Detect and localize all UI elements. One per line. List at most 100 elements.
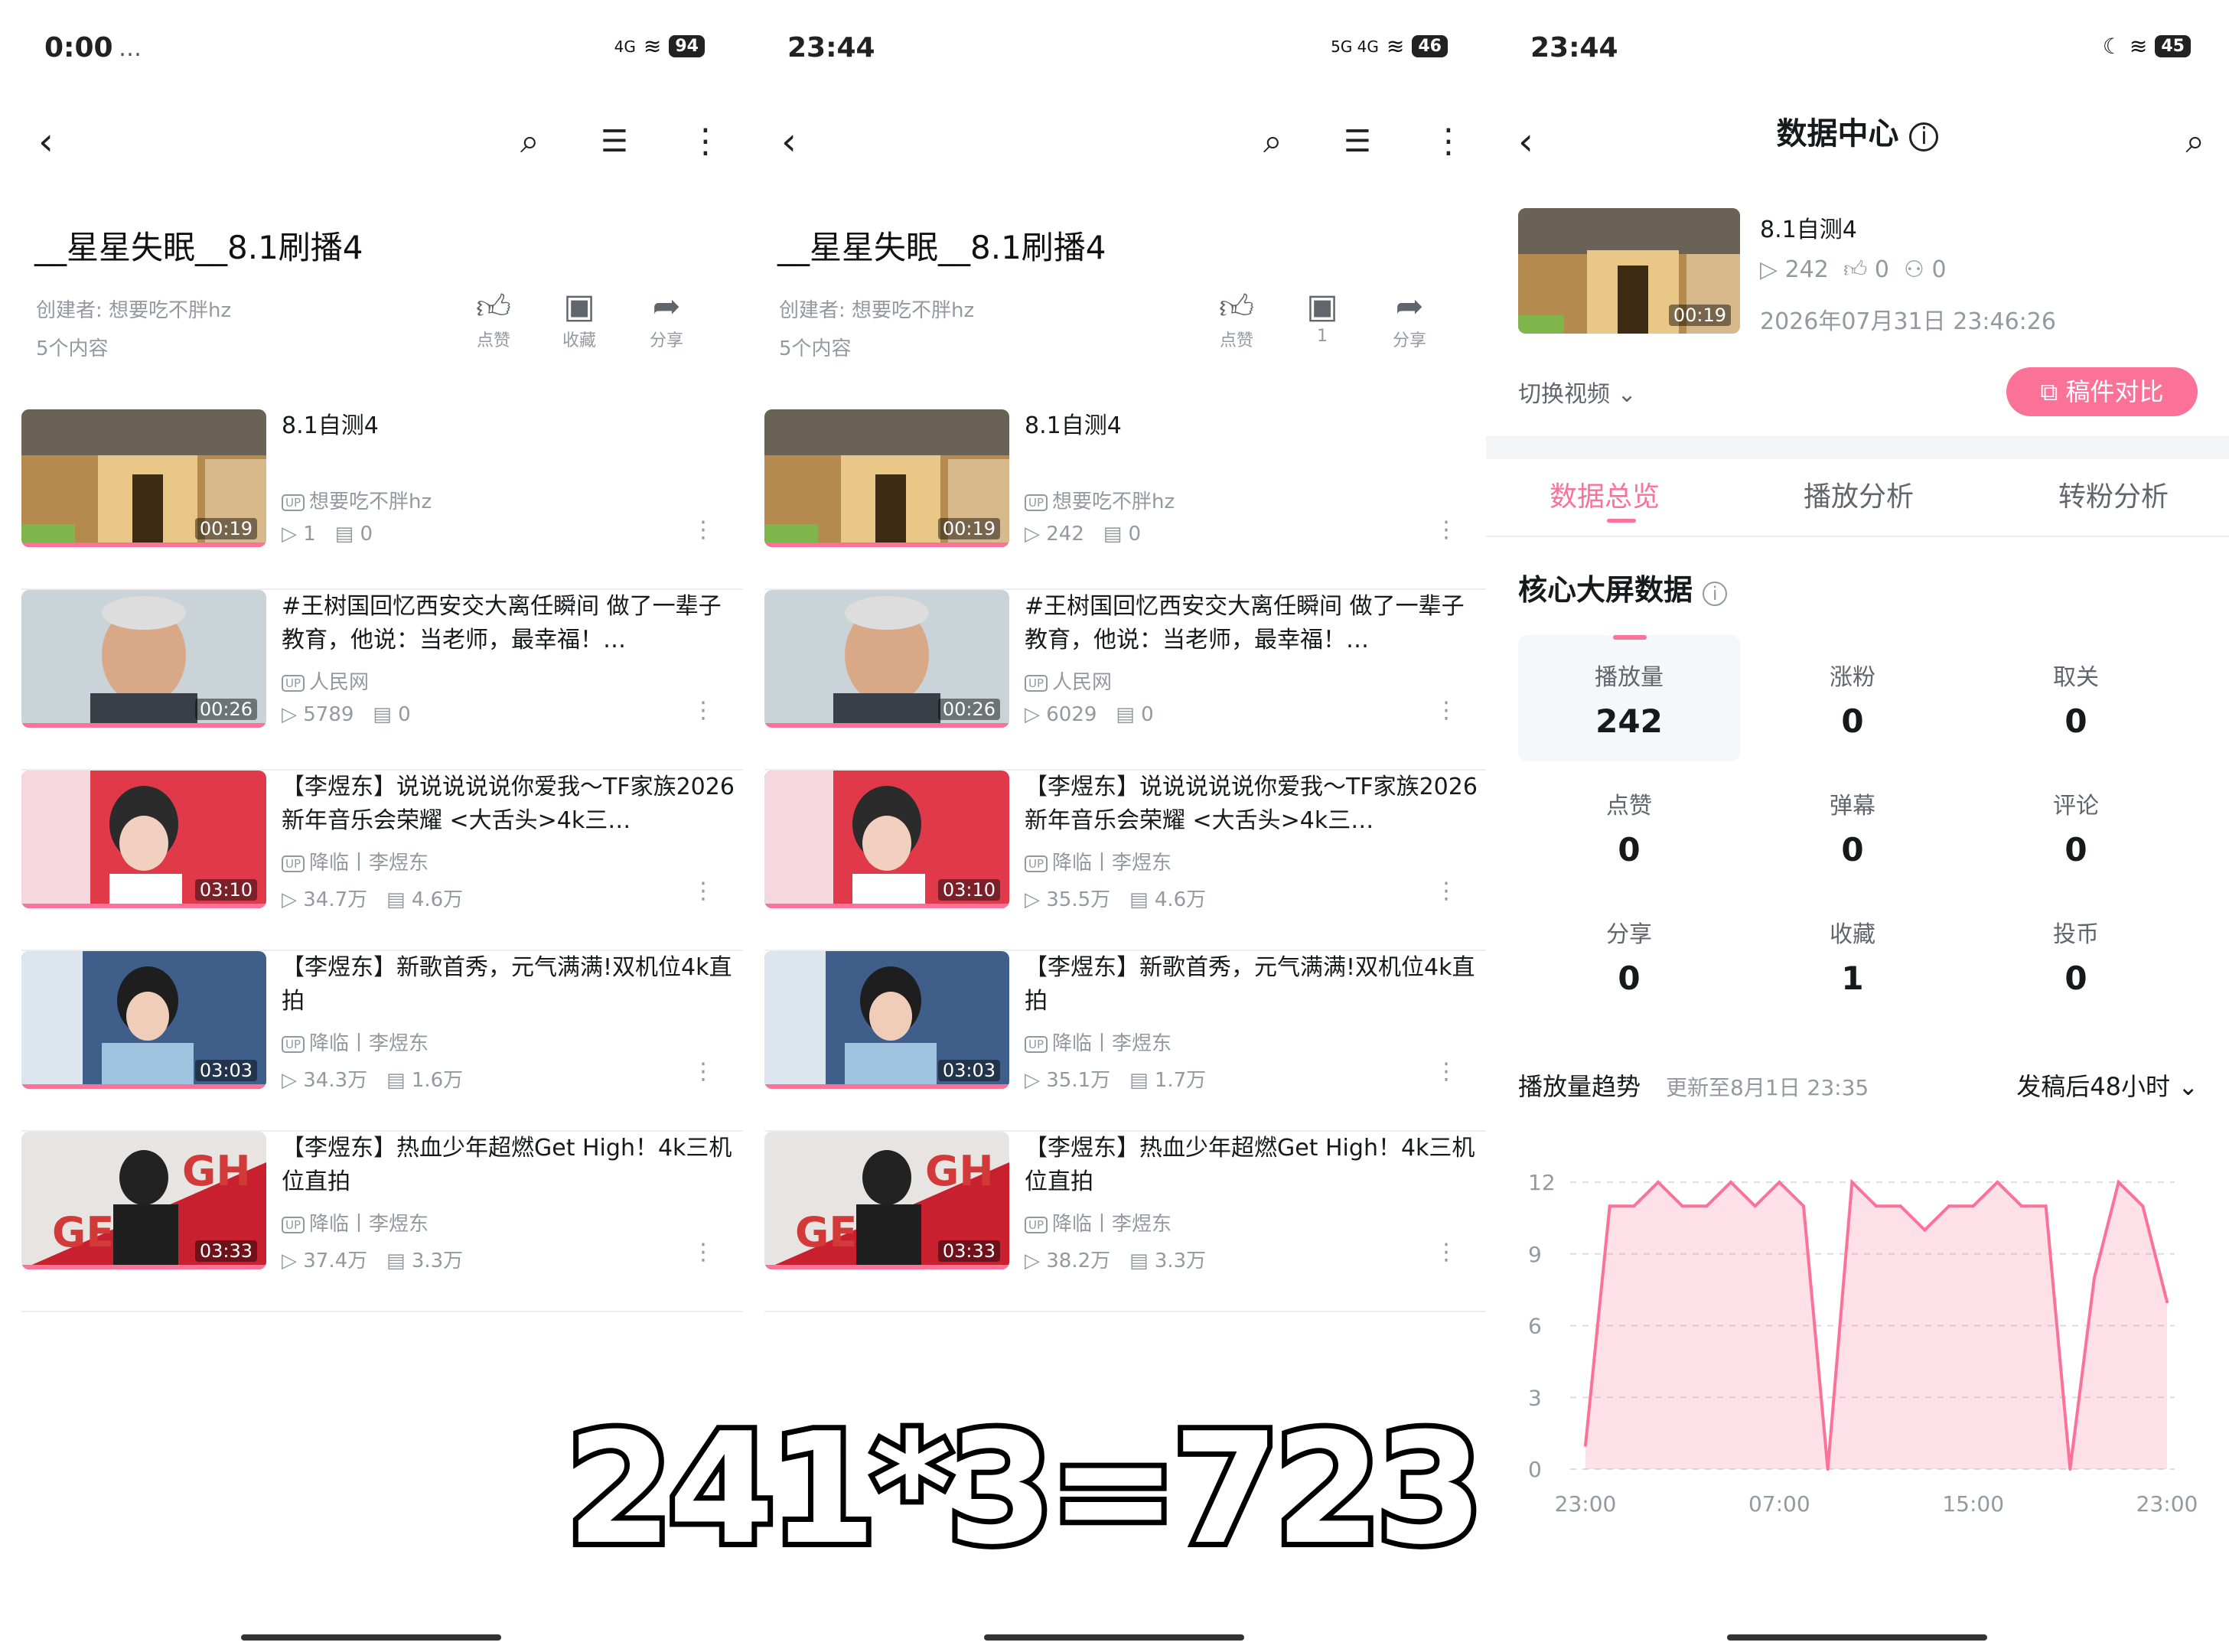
video-list-item[interactable]: 00:26 #王树国回忆西安交大离任瞬间 做了一辈子教育，他说：当老师，最幸福！…… [21, 590, 743, 771]
more-icon[interactable]: ⋮ [692, 878, 715, 904]
metric-8[interactable]: 投币 0 [1965, 915, 2187, 997]
video-title: 【李煜东】热血少年超燃Get High！4k三机位直拍 [1025, 1135, 1475, 1195]
play-icon: ▷ [1025, 1069, 1040, 1092]
home-indicator[interactable] [1727, 1634, 1987, 1641]
more-icon[interactable]: ⋮ [689, 107, 722, 176]
more-icon[interactable]: ⋮ [1435, 878, 1458, 904]
video-title: 【李煜东】说说说说说你爱我～TF家族2026新年音乐会荣耀 <大舌头>4k三… [1025, 774, 1478, 834]
tab-play-analysis[interactable]: 播放分析 [1804, 474, 1914, 514]
data-point [1680, 1204, 1684, 1208]
playlist-creator[interactable]: 创建者: 想要吃不胖hz [36, 295, 231, 323]
search-icon[interactable]: ⌕ [1263, 107, 1282, 176]
danmaku-icon: ▤ [1116, 703, 1135, 726]
signal-icon: 4G [614, 37, 636, 56]
video-list-item[interactable]: 00:26 #王树国回忆西安交大离任瞬间 做了一辈子教育，他说：当老师，最幸福！…… [764, 590, 1486, 771]
metric-4[interactable]: 弹幕 0 [1742, 787, 1963, 868]
tab-overview[interactable]: 数据总览 [1550, 474, 1660, 514]
share-button[interactable]: ➦ 分享 [1375, 287, 1444, 351]
video-list-item[interactable]: 03:03 【李煜东】新歌首秀，元气满满!双机位4k直拍 UP 降临丨李煜东 ▷ 35.… [764, 951, 1486, 1132]
video-thumbnail[interactable]: 03:03 [764, 951, 1009, 1089]
video-list-item[interactable]: 00:19 8.1自测4 UP 想要吃不胖hz ▷ 242 ▤ 0 ⋮ [764, 409, 1486, 590]
home-indicator[interactable] [984, 1634, 1244, 1641]
video-thumbnail[interactable]: 03:03 [21, 951, 266, 1089]
more-icon[interactable]: ⋮ [1432, 107, 1465, 176]
more-icon[interactable]: ⋮ [692, 1058, 715, 1085]
wifi-icon: ≋ [1386, 34, 1405, 59]
status-icons: 4G ≋ 94 [614, 34, 705, 59]
metric-1[interactable]: 涨粉 0 [1742, 658, 1963, 740]
video-list-item[interactable]: 00:19 8.1自测4 UP 想要吃不胖hz ▷ 1 ▤ 0 ⋮ [21, 409, 743, 590]
video-list-item[interactable]: GET GH 03:33 【李煜东】热血少年超燃Get High！4k三机位直拍 UP 降… [764, 1132, 1486, 1312]
y-tick-label: 9 [1528, 1242, 1542, 1267]
video-stats: ▷ 35.1万 ▤ 1.7万 [1025, 1069, 1207, 1092]
metric-label: 涨粉 [1830, 664, 1875, 691]
screenshot-search-icon[interactable]: ⌕ [2185, 107, 2205, 176]
more-icon[interactable]: ⋮ [692, 697, 715, 724]
more-icon[interactable]: ⋮ [1435, 1058, 1458, 1085]
thumb-up-button[interactable]: 👍︎ 点赞 [459, 287, 528, 351]
video-uploader: UP 想要吃不胖hz [282, 486, 432, 514]
video-list-item[interactable]: 03:10 【李煜东】说说说说说你爱我～TF家族2026新年音乐会荣耀 <大舌头>… [764, 771, 1486, 951]
video-thumbnail[interactable]: GET GH 03:33 [764, 1132, 1009, 1269]
more-icon[interactable]: ⋮ [692, 516, 715, 543]
video-stats: ▷ 6029 ▤ 0 [1025, 703, 1154, 726]
video-list-item[interactable]: GET GH 03:33 【李煜东】热血少年超燃Get High！4k三机位直拍 UP 降… [21, 1132, 743, 1312]
info-icon[interactable]: i [1909, 122, 1939, 152]
list-icon[interactable]: ☰ [1344, 107, 1371, 176]
video-thumbnail[interactable]: 00:26 [764, 590, 1009, 728]
video-thumbnail[interactable]: 00:19 [1518, 208, 1740, 334]
video-thumbnail[interactable]: GET GH 03:33 [21, 1132, 266, 1269]
duration-badge: 03:10 [194, 879, 257, 901]
metric-6[interactable]: 分享 0 [1518, 915, 1740, 997]
collect-button[interactable]: ▣ 1 [1288, 287, 1357, 346]
video-stats: ▷ 38.2万 ▤ 3.3万 [1025, 1250, 1207, 1272]
playlist-creator[interactable]: 创建者: 想要吃不胖hz [779, 295, 974, 323]
collect-button[interactable]: ▣ 收藏 [545, 287, 614, 351]
danmaku-icon: ▤ [334, 523, 354, 546]
tab-fan-analysis[interactable]: 转粉分析 [2058, 474, 2169, 514]
thumb-up-button[interactable]: 👍︎ 点赞 [1202, 287, 1271, 351]
back-icon[interactable]: ‹ [781, 107, 797, 176]
video-uploader: UP 降临丨李煜东 [1025, 1208, 1172, 1237]
battery-indicator: 94 [669, 35, 705, 57]
more-icon[interactable]: ⋮ [1435, 1239, 1458, 1266]
compare-button[interactable]: ⧉ 稿件对比 [2006, 367, 2198, 416]
video-thumbnail[interactable]: 03:10 [764, 771, 1009, 908]
metric-0[interactable]: 播放量 242 [1518, 658, 1740, 740]
video-list-item[interactable]: 03:03 【李煜东】新歌首秀，元气满满!双机位4k直拍 UP 降临丨李煜东 ▷ 34.… [21, 951, 743, 1132]
video-thumbnail[interactable]: 00:26 [21, 590, 266, 728]
danmaku-icon: ▤ [386, 1069, 406, 1092]
metric-label: 收藏 [1830, 921, 1875, 948]
video-stats: ▷ 34.3万 ▤ 1.6万 [282, 1069, 464, 1092]
share-button[interactable]: ➦ 分享 [632, 287, 701, 351]
metric-label: 点赞 [1606, 793, 1652, 819]
video-thumbnail[interactable]: 00:19 [764, 409, 1009, 547]
data-point [1705, 1204, 1709, 1208]
collect-icon: ▣ [1306, 287, 1338, 326]
video-list-item[interactable]: 03:10 【李煜东】说说说说说你爱我～TF家族2026新年音乐会荣耀 <大舌头>… [21, 771, 743, 951]
search-icon[interactable]: ⌕ [520, 107, 539, 176]
info-icon[interactable]: i [1703, 582, 1728, 606]
more-icon[interactable]: ⋮ [1435, 516, 1458, 543]
data-point [1802, 1204, 1805, 1208]
home-indicator[interactable] [241, 1634, 501, 1641]
video-uploader: UP 降临丨李煜东 [282, 1208, 429, 1237]
trend-range-dropdown[interactable]: 发稿后48小时 ⌄ [2016, 1067, 2198, 1103]
switch-video-dropdown[interactable]: 切换视频 ⌄ [1518, 375, 1637, 409]
metric-7[interactable]: 收藏 1 [1742, 915, 1963, 997]
play-icon: ▷ [1025, 523, 1040, 546]
video-thumbnail[interactable]: 03:10 [21, 771, 266, 908]
up-badge-icon: UP [282, 1035, 305, 1053]
back-icon[interactable]: ‹ [38, 107, 54, 176]
playlist-title: __星星失眠__8.1刷播4 [777, 229, 1106, 266]
status-time: 23:44 [1530, 32, 1618, 64]
metric-3[interactable]: 点赞 0 [1518, 787, 1740, 868]
metric-5[interactable]: 评论 0 [1965, 787, 2187, 868]
metric-2[interactable]: 取关 0 [1965, 658, 2187, 740]
list-icon[interactable]: ☰ [601, 107, 628, 176]
more-icon[interactable]: ⋮ [692, 1239, 715, 1266]
more-icon[interactable]: ⋮ [1435, 697, 1458, 724]
playlist-count: 5个内容 [36, 337, 109, 360]
video-thumbnail[interactable]: 00:19 [21, 409, 266, 547]
status-time: 0:00 [44, 32, 113, 64]
